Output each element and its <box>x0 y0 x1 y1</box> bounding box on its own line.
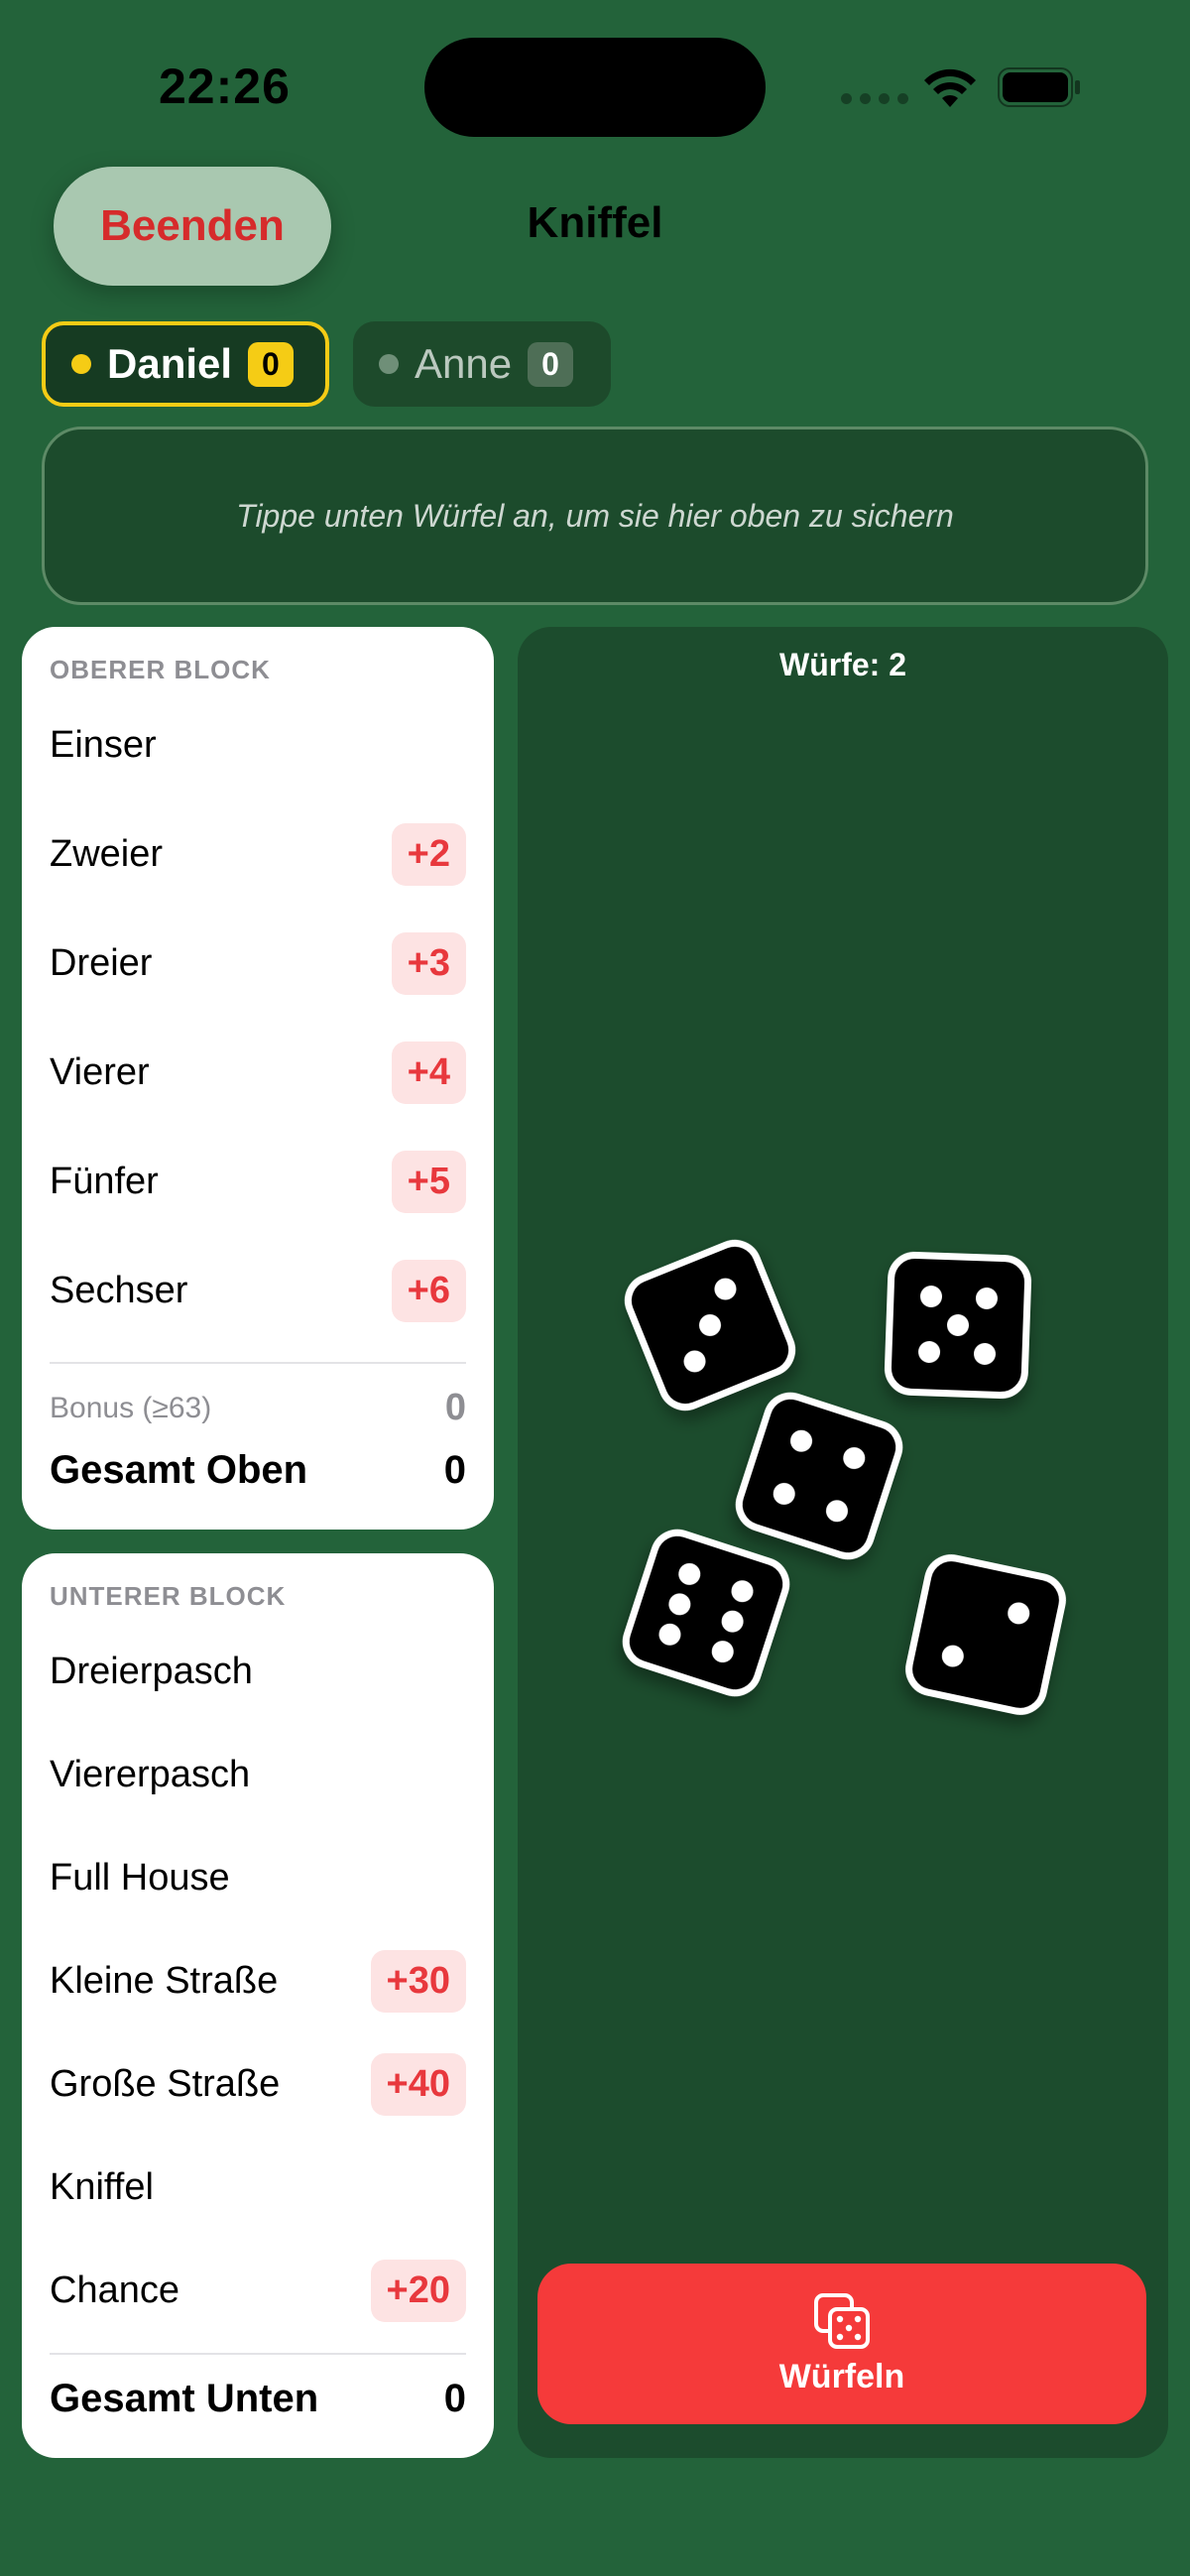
score-preview-badge: +3 <box>391 931 466 995</box>
category-label: Große Straße <box>50 2062 281 2105</box>
score-row-fuenfer[interactable]: Fünfer +5 <box>50 1147 466 1216</box>
score-preview-badge: +5 <box>391 1150 466 1213</box>
bonus-row: Bonus (≥63) 0 <box>50 1387 466 1429</box>
throws-counter: Würfe: 2 <box>779 647 906 682</box>
divider <box>50 2353 466 2355</box>
category-label: Einser <box>50 723 157 766</box>
die-2[interactable] <box>882 1249 1033 1401</box>
category-label: Dreierpasch <box>50 1650 253 1692</box>
held-dice-area[interactable]: Tippe unten Würfel an, um sie hier oben … <box>42 427 1148 605</box>
score-preview-badge: +20 <box>370 2259 466 2322</box>
section-title: OBERER BLOCK <box>50 655 271 684</box>
category-label: Kleine Straße <box>50 1959 279 2002</box>
player-score-badge: 0 <box>248 341 294 387</box>
score-row-kleine-strasse[interactable]: Kleine Straße +30 <box>50 1946 466 2016</box>
player-name: Anne <box>415 340 513 387</box>
total-label: Gesamt Unten <box>50 2377 319 2420</box>
battery-icon <box>998 67 1080 107</box>
score-row-kniffel[interactable]: Kniffel <box>50 2152 466 2222</box>
score-row-vierer[interactable]: Vierer +4 <box>50 1038 466 1107</box>
score-preview-badge: +2 <box>391 822 466 886</box>
total-value: 0 <box>443 1448 466 1492</box>
die-5[interactable] <box>898 1547 1073 1722</box>
category-label: Viererpasch <box>50 1753 251 1795</box>
die-face <box>905 1554 1066 1715</box>
dice-icon <box>814 2292 870 2349</box>
dynamic-island <box>424 38 766 137</box>
score-preview-badge: +4 <box>391 1041 466 1104</box>
held-dice-hint: Tippe unten Würfel an, um sie hier oben … <box>236 497 954 534</box>
category-label: Fünfer <box>50 1160 159 1202</box>
status-time: 22:26 <box>159 59 291 114</box>
quit-button[interactable]: Beenden <box>54 167 331 286</box>
score-row-full-house[interactable]: Full House <box>50 1843 466 1912</box>
score-row-sechser[interactable]: Sechser +6 <box>50 1256 466 1325</box>
upper-block-card: OBERER BLOCK Einser Zweier +2 Dreier +3 … <box>22 627 494 1530</box>
category-label: Full House <box>50 1856 230 1899</box>
upper-total-row: Gesamt Oben 0 <box>50 1448 466 1493</box>
player-score-badge: 0 <box>528 341 573 387</box>
active-player-indicator <box>71 354 91 374</box>
wifi-icon <box>924 68 976 107</box>
category-label: Sechser <box>50 1269 188 1311</box>
score-row-einser[interactable]: Einser <box>50 710 466 780</box>
bonus-label: Bonus (≥63) <box>50 1391 212 1424</box>
score-preview-badge: +40 <box>370 2052 466 2116</box>
category-label: Chance <box>50 2269 179 2311</box>
category-label: Zweier <box>50 832 164 875</box>
category-label: Dreier <box>50 941 153 984</box>
score-row-dreierpasch[interactable]: Dreierpasch <box>50 1637 466 1706</box>
inactive-player-indicator <box>379 354 399 374</box>
lower-block-card: UNTERER BLOCK Dreierpasch Viererpasch Fu… <box>22 1553 494 2458</box>
score-row-viererpasch[interactable]: Viererpasch <box>50 1740 466 1809</box>
total-label: Gesamt Oben <box>50 1448 308 1492</box>
lower-total-row: Gesamt Unten 0 <box>50 2377 466 2421</box>
player-chip-anne[interactable]: Anne 0 <box>353 321 611 407</box>
score-preview-badge: +6 <box>391 1259 466 1322</box>
score-row-zweier[interactable]: Zweier +2 <box>50 819 466 889</box>
divider <box>50 1362 466 1364</box>
section-title: UNTERER BLOCK <box>50 1581 287 1611</box>
category-label: Vierer <box>50 1050 150 1093</box>
bonus-value: 0 <box>444 1387 466 1428</box>
score-preview-badge: +30 <box>370 1949 466 2013</box>
roll-button-label: Würfeln <box>778 2357 905 2395</box>
page-title: Kniffel <box>527 198 663 247</box>
player-name: Daniel <box>107 340 233 387</box>
cellular-signal-icon <box>841 93 908 104</box>
roll-dice-button[interactable]: Würfeln <box>537 2264 1146 2424</box>
total-value: 0 <box>443 2377 466 2420</box>
category-label: Kniffel <box>50 2165 154 2208</box>
score-row-dreier[interactable]: Dreier +3 <box>50 928 466 998</box>
player-chip-daniel[interactable]: Daniel 0 <box>42 321 329 407</box>
score-row-grosse-strasse[interactable]: Große Straße +40 <box>50 2049 466 2119</box>
score-row-chance[interactable]: Chance +20 <box>50 2256 466 2325</box>
